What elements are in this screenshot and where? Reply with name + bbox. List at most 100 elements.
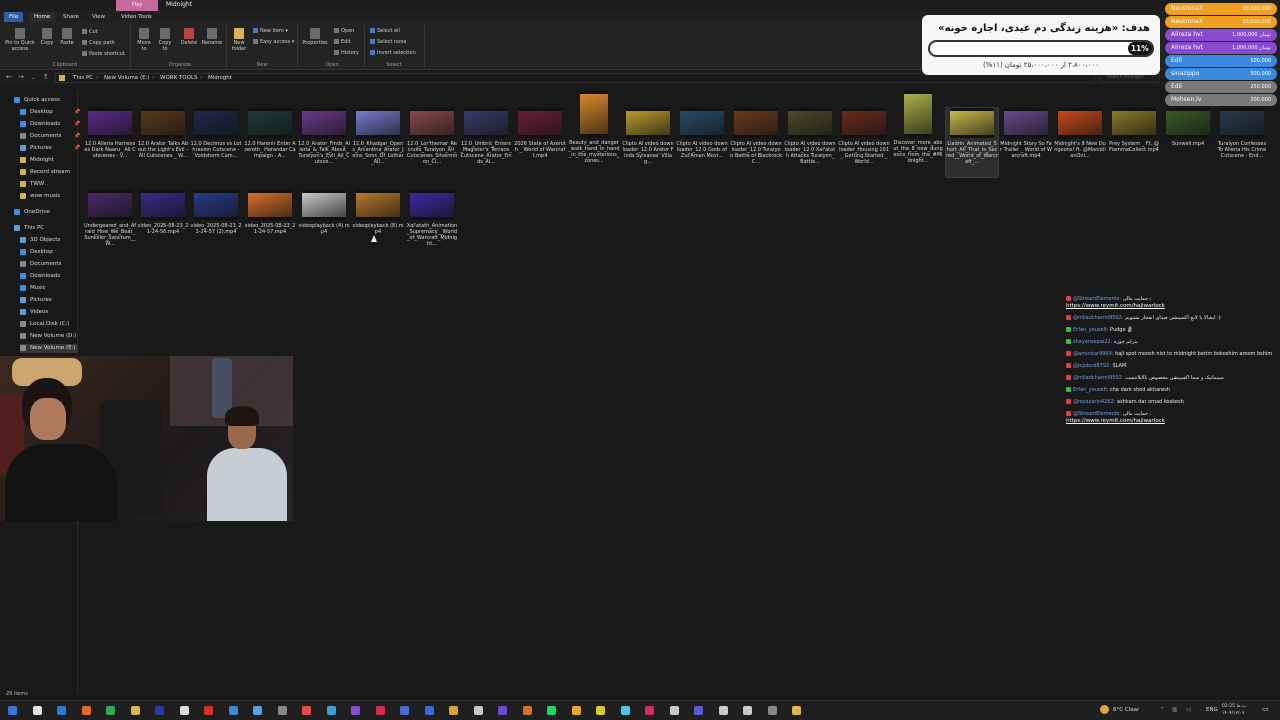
file-item[interactable]: video_2025-08-23_21-24-57 (2).mp4	[190, 190, 242, 259]
play-tab[interactable]: Play	[116, 0, 158, 11]
sidebar-item-onedrive[interactable]: OneDrive	[14, 208, 50, 217]
paste-button[interactable]: Paste	[59, 28, 75, 47]
app-icon[interactable]	[792, 706, 801, 715]
rider-icon[interactable]	[326, 706, 336, 715]
back-arrow-icon[interactable]: ←	[6, 73, 12, 81]
up-arrow-icon[interactable]: ↑	[43, 73, 49, 81]
paste-shortcut-button[interactable]: Paste shortcut	[82, 51, 125, 57]
clock-date[interactable]: ۱۴۰۴/۱۲/۰۷	[1222, 711, 1244, 717]
tray-chevron-icon[interactable]: ⌃	[1160, 707, 1165, 713]
easy-access-button[interactable]: Easy access ▾	[253, 39, 294, 45]
file-item[interactable]: videoplayback (8).mp4	[352, 190, 404, 259]
sidebar-item-desktop[interactable]: Desktop	[20, 248, 53, 257]
sidebar-item-local-disk-c[interactable]: Local Disk (C:)	[20, 320, 70, 329]
file-item[interactable]: 2026 State of Azeroth _ World of Warcraf…	[514, 108, 566, 177]
tab-view[interactable]: View	[87, 12, 110, 22]
sidebar-item-documents-pinned[interactable]: Documents 📌	[20, 132, 80, 141]
weather-text[interactable]: 6°C Clear	[1113, 707, 1139, 713]
file-item[interactable]: video_2025-08-23_21-24-56.mp4	[137, 190, 189, 259]
select-all-button[interactable]: Select all	[370, 28, 400, 34]
select-none-button[interactable]: Select none	[370, 39, 407, 45]
tab-file[interactable]: File	[4, 12, 24, 22]
delete-button[interactable]: Delete	[178, 28, 200, 47]
sidebar-item-wow-music[interactable]: wow music	[20, 192, 60, 201]
breadcrumb-new-volume-e[interactable]: New Volume (E:)	[104, 75, 150, 81]
sidebar-item-documents[interactable]: Documents	[20, 260, 61, 269]
history-button[interactable]: History	[334, 50, 359, 56]
start-icon[interactable]	[8, 706, 17, 715]
app-icon[interactable]	[179, 706, 189, 715]
vscode-icon[interactable]	[351, 706, 360, 715]
file-item[interactable]: Liadrin_Animated_Short_All_That_is_Sacre…	[945, 107, 999, 178]
app-icon[interactable]	[302, 706, 311, 715]
notification-icon[interactable]: ▭	[1262, 706, 1269, 713]
app-icon[interactable]	[694, 706, 703, 715]
file-item[interactable]: 12.0_Khadgar_Opens_Arcantina_Arator_Join…	[352, 108, 404, 177]
open-button[interactable]: Open	[334, 28, 354, 34]
stats-icon[interactable]	[424, 706, 434, 715]
file-item[interactable]: Prey System _ Ft. @FiammaCollect.mp4	[1108, 108, 1160, 177]
breadcrumb-this-pc[interactable]: This PC	[73, 75, 93, 81]
app-icon[interactable]	[669, 706, 679, 715]
file-item[interactable]: 12.0_Lor'themar_Recruits_Turalyon_All_Cu…	[406, 108, 458, 177]
invert-selection-button[interactable]: Invert selection	[370, 50, 416, 56]
spotify-icon[interactable]	[547, 706, 556, 715]
app-icon[interactable]	[522, 706, 532, 715]
sidebar-item-tww[interactable]: TWW	[20, 180, 44, 189]
media-icon[interactable]	[743, 706, 752, 715]
file-item[interactable]: 12.0 Alleria Harnesses Dark Naaru_ All C…	[84, 108, 136, 177]
visual-studio-icon[interactable]	[155, 706, 164, 715]
file-item[interactable]: Clipto AI video downloader_12.0 Arator F…	[622, 108, 674, 177]
app-icon[interactable]	[498, 706, 507, 715]
app-icon[interactable]	[620, 706, 630, 715]
tab-video-tools[interactable]: Video Tools	[116, 12, 157, 22]
forward-arrow-icon[interactable]: →	[18, 73, 24, 81]
app-icon[interactable]	[645, 706, 654, 715]
file-explorer-icon[interactable]	[130, 706, 140, 715]
firefox-icon[interactable]	[81, 706, 91, 715]
app-icon[interactable]	[571, 706, 581, 715]
sidebar-item-pictures[interactable]: Pictures	[20, 296, 52, 305]
breadcrumb-midnight[interactable]: Midnight	[208, 75, 232, 81]
file-item[interactable]: Clipto AI video downloader_12.0 Gods of …	[676, 108, 728, 177]
sidebar-item-3d-objects[interactable]: 3D Objects	[20, 236, 60, 245]
sidebar-item-downloads[interactable]: Downloads	[20, 272, 60, 281]
file-item[interactable]: Discover_more_about_the_8_new_dungeons_f…	[892, 91, 944, 176]
app-icon[interactable]	[277, 706, 287, 715]
file-item[interactable]: Beauty_and_danger_walk_hand_in_hand_in_t…	[568, 91, 620, 176]
file-item[interactable]: Clipto AI video downloader_12.0 Turalyon…	[730, 108, 782, 177]
file-item[interactable]: 12.0 Arator Talks About the Light's Evil…	[137, 108, 189, 177]
properties-button[interactable]: Properties	[300, 28, 330, 47]
sidebar-item-midnight[interactable]: Midnight	[20, 156, 54, 165]
cut-button[interactable]: Cut	[82, 29, 98, 35]
copy-path-button[interactable]: Copy path	[82, 40, 115, 46]
app-icon[interactable]	[473, 706, 483, 715]
file-item[interactable]: Clipto AI video downloader_Housing 101_ …	[838, 108, 890, 177]
copy-button[interactable]: Copy	[39, 28, 55, 47]
move-to-button[interactable]: Move to	[135, 28, 153, 52]
sidebar-item-quick-access[interactable]: Quick access	[14, 96, 60, 105]
sidebar-item-new-volume-d[interactable]: New Volume (D:)	[20, 332, 76, 341]
sidebar-item-music[interactable]: Music	[20, 284, 46, 293]
file-item[interactable]: Sunwell.mp4	[1162, 108, 1214, 177]
sidebar-item-downloads-pinned[interactable]: Downloads 📌	[20, 120, 80, 129]
language-indicator[interactable]: ENG	[1206, 707, 1218, 713]
chrome-icon[interactable]	[106, 706, 115, 715]
file-item[interactable]: Midnight Story So Far Trailer _ World of…	[1000, 108, 1052, 177]
file-item[interactable]: Clipto AI video downloader_12.0 Xal'atat…	[784, 108, 836, 177]
file-item[interactable]: 12.0 Harenir Enter Azeroth_ Harandar Cam…	[244, 108, 296, 177]
app-icon[interactable]	[449, 706, 458, 715]
app-icon[interactable]	[767, 706, 777, 715]
tab-share[interactable]: Share	[58, 12, 84, 22]
file-item[interactable]: 12.0_Arator_Finds_Alleria_&_Talk_About_T…	[298, 108, 350, 177]
settings-icon[interactable]	[718, 706, 728, 715]
task-view-icon[interactable]	[57, 706, 66, 715]
edit-button[interactable]: Edit	[334, 39, 351, 45]
chat-link[interactable]: https://www.reymit.com/hajiwarlock	[1066, 303, 1165, 309]
opera-icon[interactable]	[204, 706, 213, 715]
file-item[interactable]: 12.0 Decimus vs Lothraxion Cutscene - Vo…	[190, 108, 242, 177]
clock-time[interactable]: 02:25 ب.ظ	[1222, 704, 1246, 710]
file-item[interactable]: Turalyon Confesses To Alleria His Crime …	[1216, 108, 1268, 177]
sidebar-item-pictures-pinned[interactable]: Pictures 📌	[20, 144, 80, 153]
chat-link[interactable]: https://www.reymit.com/hajiwarlock	[1066, 418, 1165, 424]
